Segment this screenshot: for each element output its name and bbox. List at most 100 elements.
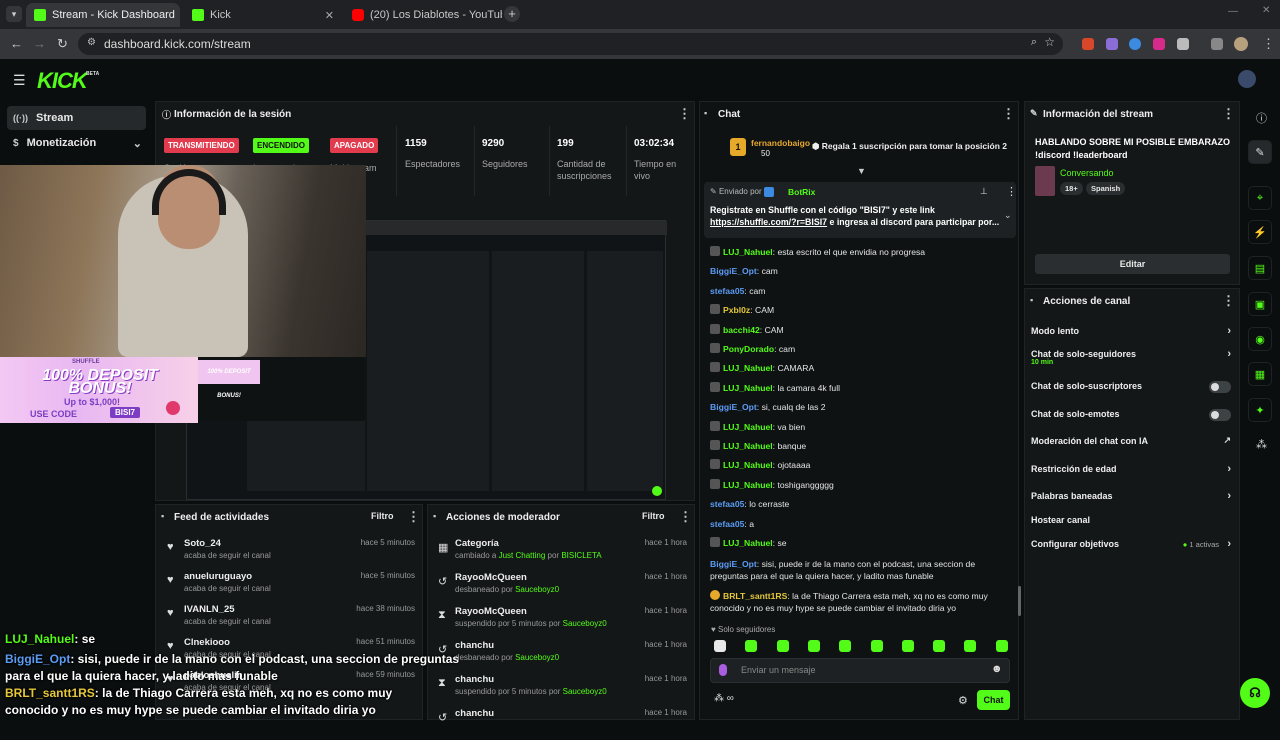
activity-feed-row[interactable]: ♥ IVANLN_25 acaba de seguir el canal hace 3… xyxy=(167,604,415,636)
edit-stream-button[interactable]: Editar xyxy=(1035,254,1230,274)
tab-search-icon[interactable]: ▾ xyxy=(6,6,22,22)
activity-feed-row[interactable]: ♥ Clnekiooo acaba de seguir el canal hace 5… xyxy=(167,637,415,669)
filter-button[interactable]: Filtro xyxy=(642,511,665,521)
chat-username[interactable]: LUJ_Nahuel xyxy=(723,363,773,373)
tag-badge[interactable]: 18+ xyxy=(1060,182,1083,195)
emote-icon[interactable] xyxy=(964,640,977,652)
extension-icon[interactable] xyxy=(1106,38,1118,50)
channel-action-6[interactable]: Palabras baneadas › xyxy=(1031,490,1231,505)
feed-user[interactable]: Clnekiooo xyxy=(184,637,230,648)
session-menu-icon[interactable]: ⋮ xyxy=(678,106,691,122)
mod-action-row[interactable]: ↺ chanchu hace 1 hora xyxy=(438,708,687,740)
chat-username[interactable]: stefaa05 xyxy=(710,519,744,529)
emote-icon[interactable] xyxy=(901,640,914,652)
site-info-icon[interactable]: ⚙ xyxy=(87,37,96,48)
feed-user[interactable]: IVANLN_25 xyxy=(184,604,235,615)
category-name[interactable]: Conversando xyxy=(1060,168,1114,178)
mod-menu-icon[interactable]: ⋮ xyxy=(679,509,692,525)
channel-action-1[interactable]: Chat de solo-seguidores 10 min › xyxy=(1031,348,1231,366)
extension-icon[interactable] xyxy=(1129,38,1141,50)
pinned-menu-icon[interactable]: ⋮ xyxy=(1006,185,1017,198)
mod-action-row[interactable]: ⧗ chanchu suspendido por 5 minutos por Sau… xyxy=(438,674,687,706)
rail-widget-icon[interactable]: ⁂ xyxy=(1256,438,1267,451)
chat-menu-icon[interactable]: ⋮ xyxy=(1002,106,1015,122)
chat-input[interactable]: Enviar un mensaje ☻ xyxy=(710,658,1010,683)
chat-username[interactable]: stefaa05 xyxy=(710,499,744,509)
chat-username[interactable]: BiggiE_Opt xyxy=(710,402,757,412)
filter-button[interactable]: Filtro xyxy=(371,511,394,521)
extension-icon[interactable] xyxy=(1082,38,1094,50)
stream-info-menu-icon[interactable]: ⋮ xyxy=(1222,106,1235,122)
emote-icon[interactable] xyxy=(839,640,852,652)
help-support-icon[interactable]: ☊ xyxy=(1240,678,1270,708)
chat-username[interactable]: LUJ_Nahuel xyxy=(723,538,773,548)
activity-feed-row[interactable]: ♥ Soto_24 acaba de seguir el canal hace 5 m… xyxy=(167,538,415,570)
browser-tab-kick-dashboard[interactable]: Stream - Kick Dashboard ✕ xyxy=(26,3,180,27)
forward-icon[interactable]: → xyxy=(33,36,46,51)
feed-user[interactable]: pabloshuslin xyxy=(184,670,243,681)
channel-action-8[interactable]: Configurar objetivos › ● 1 activas xyxy=(1031,538,1231,553)
mod-target[interactable]: RayooMcQueen xyxy=(455,606,527,617)
mod-target[interactable]: chanchu xyxy=(455,674,494,685)
activity-feed-row[interactable]: ♥ anueluruguayo acaba de seguir el canal ha… xyxy=(167,571,415,603)
browser-menu-icon[interactable]: ⋮ xyxy=(1262,36,1275,52)
expand-icon[interactable]: ⌄ xyxy=(1004,210,1012,221)
rail-widget-button[interactable]: ◉ xyxy=(1248,327,1272,351)
sidebar-item-monetizacion[interactable]: $ Monetización ⌄ xyxy=(7,131,146,155)
unpin-icon[interactable]: ⊥ xyxy=(980,186,988,197)
chat-username[interactable]: LUJ_Nahuel xyxy=(723,422,773,432)
feed-menu-icon[interactable]: ⋮ xyxy=(407,509,420,525)
channel-action-0[interactable]: Modo lento › xyxy=(1031,325,1231,340)
chat-username[interactable]: LUJ_Nahuel xyxy=(723,441,773,451)
browser-tab-kick[interactable]: Kick ✕ xyxy=(184,3,342,27)
channel-actions-menu-icon[interactable]: ⋮ xyxy=(1222,293,1235,309)
rail-widget-button[interactable]: ▣ xyxy=(1248,292,1272,316)
emote-icon[interactable] xyxy=(870,640,883,652)
reading-list-icon[interactable] xyxy=(1211,38,1223,50)
category-thumbnail[interactable] xyxy=(1035,166,1055,196)
channel-action-5[interactable]: Restricción de edad › xyxy=(1031,463,1231,478)
emote-icon[interactable] xyxy=(714,640,726,652)
mod-action-row[interactable]: ↺ RayooMcQueen desbaneado por Sauceboyz0 ha… xyxy=(438,572,687,604)
emote-icon[interactable] xyxy=(933,640,946,652)
chat-username[interactable]: bacchi42 xyxy=(723,325,760,335)
chat-username[interactable]: LUJ_Nahuel xyxy=(723,247,773,257)
mod-target[interactable]: RayooMcQueen xyxy=(455,572,527,583)
rail-widget-button[interactable]: ▦ xyxy=(1248,362,1272,386)
gift-cta[interactable]: ⬢ Regala 1 suscripción para tomar la pos… xyxy=(812,141,1007,152)
chat-scrollbar[interactable] xyxy=(1018,586,1021,616)
url-field[interactable]: ⚙ dashboard.kick.com/stream ⌕ ☆ xyxy=(78,33,1063,55)
back-icon[interactable]: ← xyxy=(10,36,23,51)
mod-target[interactable]: chanchu xyxy=(455,640,494,651)
chat-username[interactable]: stefaa05 xyxy=(710,286,744,296)
user-avatar[interactable] xyxy=(1238,70,1256,88)
rail-widget-button[interactable]: ✦ xyxy=(1248,398,1272,422)
profile-avatar-icon[interactable] xyxy=(1234,37,1248,51)
channel-action-4[interactable]: Moderación del chat con IA ↗ xyxy=(1031,435,1231,450)
collapse-arrow-icon[interactable]: ▼ xyxy=(857,166,866,176)
channel-action-3[interactable]: Chat de solo-emotes xyxy=(1031,409,1231,423)
emote-icon[interactable] xyxy=(776,640,789,652)
gift-user[interactable]: fernandobaigo xyxy=(751,138,810,148)
activity-feed-row[interactable]: ♥ pabloshuslin acaba de seguir el canal hac… xyxy=(167,670,415,702)
rail-widget-button[interactable]: ⚡ xyxy=(1248,220,1272,244)
mod-action-row[interactable]: ⧗ RayooMcQueen suspendido por 5 minutos po… xyxy=(438,606,687,638)
chat-username[interactable]: LUJ_Nahuel xyxy=(723,383,773,393)
chat-username[interactable]: LUJ_Nahuel xyxy=(723,460,773,470)
chat-username[interactable]: LUJ_Nahuel xyxy=(723,480,773,490)
rail-widget-button[interactable]: ▤ xyxy=(1248,256,1272,280)
new-tab-icon[interactable]: + xyxy=(504,6,520,22)
tag-badge[interactable]: Spanish xyxy=(1086,182,1126,195)
emote-icon[interactable] xyxy=(807,640,820,652)
chat-username[interactable]: BiggiE_Opt xyxy=(710,266,757,276)
edit-rail-button[interactable]: ✎ xyxy=(1248,140,1272,164)
pinned-link[interactable]: https://shuffle.com/?r=BISI7 xyxy=(710,217,827,227)
sidebar-item-stream[interactable]: ((·)) Stream xyxy=(7,106,146,130)
mod-target[interactable]: chanchu xyxy=(455,708,494,719)
mod-target[interactable]: Categoría xyxy=(455,538,499,549)
rail-widget-button[interactable]: ⌖ xyxy=(1248,186,1272,210)
mod-action-row[interactable]: ↺ chanchu desbaneado por Sauceboyz0 hace 1 … xyxy=(438,640,687,672)
channel-action-2[interactable]: Chat de solo-suscriptores xyxy=(1031,381,1231,395)
zoom-icon[interactable]: ⌕ xyxy=(1031,36,1037,49)
chat-tools-icon[interactable]: ⁂ ∞ xyxy=(714,693,734,704)
